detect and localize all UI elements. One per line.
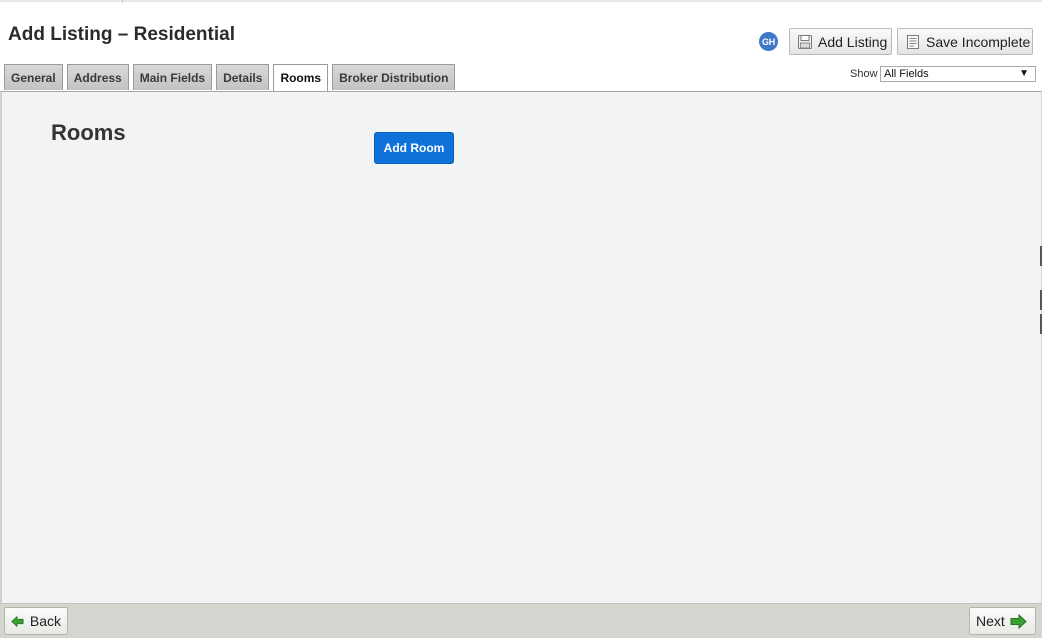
show-filter-label: Show [850,68,878,80]
rooms-heading: Rooms [51,120,126,145]
tab-main-fields[interactable]: Main Fields [132,64,213,90]
document-icon [907,34,919,49]
user-avatar[interactable]: GH [759,32,778,51]
add-listing-label: Add Listing [818,33,888,50]
tab-address[interactable]: Address [66,64,129,90]
save-incomplete-label: Save Incomplete [926,33,1031,50]
disk-icon [798,34,812,49]
arrow-left-icon [11,615,24,627]
top-border [0,0,1042,2]
add-room-button[interactable]: Add Room [374,132,454,164]
back-label: Back [29,613,61,629]
next-button[interactable]: Next [969,607,1036,635]
footer-bar: Back Next [0,603,1042,638]
tab-bar: General Address Main Fields Details Room… [4,64,459,91]
show-filter-select[interactable]: All Fields ▼ [880,66,1036,82]
back-button[interactable]: Back [4,607,68,635]
tab-broker-distribution[interactable]: Broker Distribution [332,64,456,90]
tab-general[interactable]: General [4,64,63,90]
tab-details[interactable]: Details [216,64,270,90]
save-incomplete-button[interactable]: Save Incomplete [897,28,1033,55]
show-filter-value: All Fields [884,68,929,80]
dropdown-caret-icon: ▼ [1019,68,1029,79]
add-listing-button[interactable]: Add Listing [789,28,892,55]
rooms-panel: Rooms Add Room [0,91,1042,603]
page-title: Add Listing – Residential [8,24,235,45]
next-label: Next [976,613,1005,629]
top-border-tick [122,0,123,3]
arrow-right-icon [1010,613,1027,629]
tab-rooms[interactable]: Rooms [273,64,329,91]
